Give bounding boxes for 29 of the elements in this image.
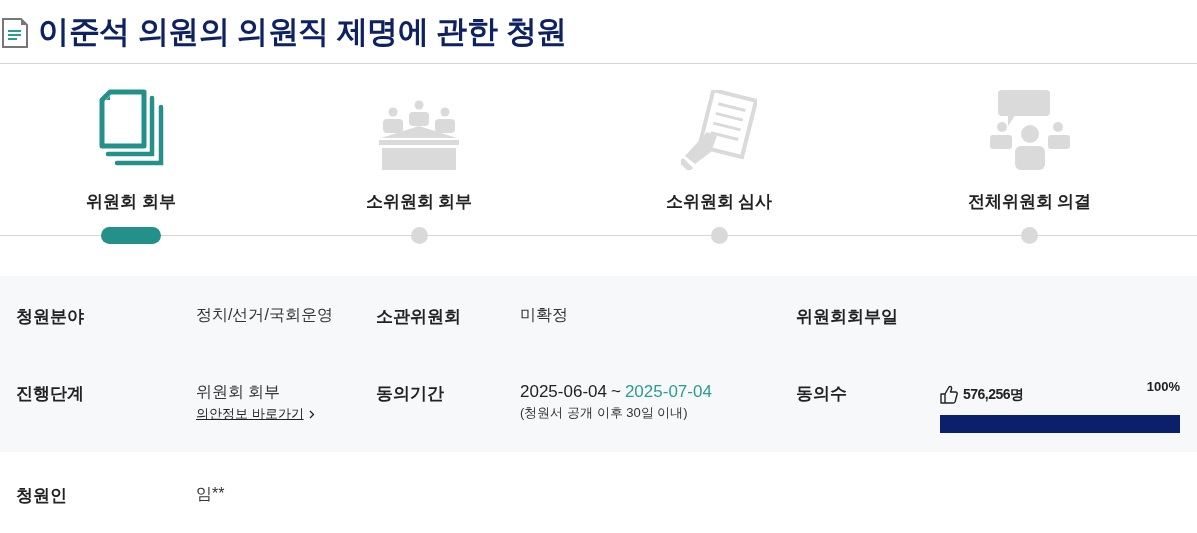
thumbs-up-icon <box>940 385 958 404</box>
step-label: 위원회 회부 <box>86 191 176 213</box>
people-discussion-icon <box>989 90 1070 170</box>
period-note: (청원서 공개 이후 30일 이내) <box>520 404 689 422</box>
field-label: 청원분야 <box>16 306 85 328</box>
field-value: 미확정 <box>520 305 569 325</box>
chevron-right-icon <box>308 409 315 419</box>
field-value: 정치/선거/국회운영 <box>196 305 334 325</box>
field-label: 진행단계 <box>16 383 85 405</box>
field-label: 동의기간 <box>376 383 445 405</box>
meeting-table-icon <box>379 100 459 170</box>
page-title: 이준석 의원의 의원직 제명에 관한 청원 <box>38 12 567 51</box>
field-label: 청원인 <box>16 485 68 507</box>
field-value: 임** <box>196 484 226 504</box>
agreement-count: 576,256명 <box>963 385 1024 404</box>
bill-info-link[interactable]: 의안정보 바로가기 <box>196 405 315 423</box>
step-label: 소위원회 심사 <box>665 191 773 213</box>
agreement-percent: 100% <box>1146 379 1180 394</box>
step-label: 소위원회 회부 <box>365 191 473 213</box>
document-icon <box>2 17 28 48</box>
field-label: 소관위원회 <box>376 306 462 328</box>
end-date: 2025-07-04 <box>624 382 712 401</box>
start-date: 2025-06-04 <box>520 382 607 401</box>
step-label: 전체위원회 의결 <box>967 191 1092 213</box>
document-in-hand-icon <box>681 90 757 170</box>
field-value: 위원회 회부 <box>196 382 282 402</box>
field-label: 동의수 <box>796 383 848 405</box>
field-label: 위원회회부일 <box>796 306 899 328</box>
date-separator: ~ <box>610 382 621 401</box>
